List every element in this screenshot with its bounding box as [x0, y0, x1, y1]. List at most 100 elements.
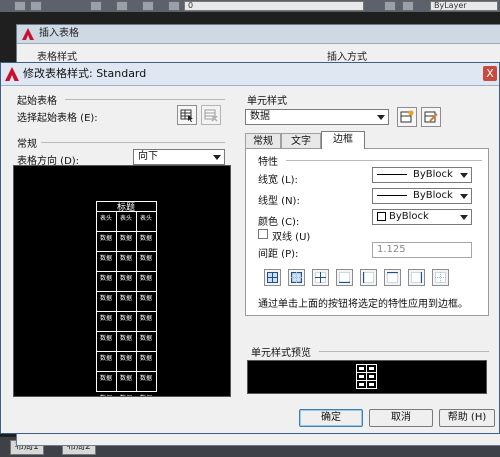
cell-style-preview — [247, 360, 487, 394]
no-border-icon — [435, 272, 446, 283]
preview-header-cell: 表头 — [140, 214, 152, 222]
preview-data-cell: 数据 — [140, 354, 152, 362]
left-border-button[interactable] — [360, 269, 377, 286]
line-sample — [377, 173, 407, 175]
tab-border[interactable]: 边框 — [321, 131, 365, 149]
lineweight-select[interactable]: ByBlock — [372, 167, 472, 183]
chevron-down-icon — [460, 173, 468, 178]
remove-table-icon — [204, 109, 218, 122]
preview-header-cell: 表头 — [100, 214, 112, 222]
preview-data-cell: 数据 — [140, 374, 152, 382]
preview-data-cell: 数据 — [140, 334, 152, 342]
preview-data-cell: 数据 — [140, 254, 152, 262]
double-line-checkbox[interactable] — [258, 229, 268, 239]
color-value: ByBlock — [389, 211, 429, 222]
preview-data-cell: 数据 — [120, 354, 132, 362]
divider — [41, 142, 225, 143]
outside-borders-button[interactable] — [288, 269, 305, 286]
chevron-down-icon — [460, 215, 468, 220]
layer-dropdown[interactable]: 0 — [184, 1, 364, 11]
cell-preview-graphic — [356, 364, 377, 389]
tab-text[interactable]: 文字 — [281, 133, 321, 149]
toolbar-button[interactable] — [402, 1, 414, 11]
preview-data-cell: 数据 — [120, 294, 132, 302]
toolbar-button[interactable] — [30, 1, 42, 11]
select-table-button[interactable] — [177, 105, 197, 125]
manage-cell-styles-button[interactable] — [421, 107, 441, 127]
general-header: 常规 — [17, 139, 37, 150]
border-hint-text: 通过单击上面的按钮将选定的特性应用到边框。 — [258, 299, 468, 310]
preview-cells: 表头 表头 表头 — [100, 214, 152, 222]
new-style-icon — [400, 110, 414, 123]
layer-value: ByLayer — [434, 1, 467, 10]
tab-general[interactable]: 常规 — [245, 133, 281, 149]
table-preview: 标题 表头 表头 表头 数据 数据 数据 数据 数据 数据 数据 数据 数据 数据 数据 数据 数据 数据… — [13, 165, 231, 402]
preview-data-cell: 数据 — [120, 274, 132, 282]
all-borders-button[interactable] — [264, 269, 281, 286]
toolbar-button[interactable] — [116, 1, 128, 11]
divider — [65, 99, 225, 100]
preview-data-cell: 数据 — [120, 394, 132, 396]
divider — [286, 160, 482, 161]
help-button[interactable]: 帮助 (H) — [439, 409, 495, 427]
toolbar-button[interactable] — [14, 1, 26, 11]
remove-table-button[interactable] — [201, 105, 221, 125]
top-border-button[interactable] — [384, 269, 401, 286]
modify-table-style-dialog: 修改表格样式: Standard X 起始表格 选择起始表格 (E): 常规 表… — [0, 62, 500, 434]
preview-data-cell: 数据 — [100, 274, 112, 282]
preview-data-cell: 数据 — [120, 254, 132, 262]
preview-data-cell: 数据 — [100, 294, 112, 302]
divider — [319, 351, 489, 352]
table-direction-value: 向下 — [138, 151, 158, 162]
close-button[interactable]: X — [483, 66, 497, 81]
top-border-icon — [387, 272, 398, 283]
manage-styles-icon — [424, 111, 438, 123]
cancel-button[interactable]: 取消 — [369, 409, 433, 427]
cell-style-value: 数据 — [250, 111, 270, 122]
chevron-down-icon — [377, 115, 385, 120]
color-select[interactable]: ByBlock — [372, 209, 472, 225]
toolbar-button[interactable] — [142, 1, 154, 11]
right-border-button[interactable] — [408, 269, 425, 286]
bottom-border-button[interactable] — [336, 269, 353, 286]
border-tab-panel: 特性 线宽 (L): ByBlock 线型 (N): ByBlock 颜色 (C… — [245, 148, 489, 316]
layer-index: 0 — [188, 1, 194, 10]
preview-data-cell: 数据 — [140, 394, 152, 396]
linetype-select[interactable]: ByBlock — [372, 188, 472, 204]
table-direction-select[interactable]: 向下 — [133, 149, 225, 165]
cell-style-preview-header: 单元样式预览 — [251, 348, 311, 359]
no-border-button[interactable] — [432, 269, 449, 286]
preview-data-cell: 数据 — [100, 234, 112, 242]
cell-style-select[interactable]: 数据 — [245, 109, 389, 125]
linetype-value: ByBlock — [413, 190, 453, 201]
color-swatch — [377, 211, 386, 221]
chevron-down-icon — [460, 194, 468, 199]
lineweight-label: 线宽 (L): — [258, 175, 298, 186]
ok-button[interactable]: 确定 — [299, 409, 363, 427]
preview-data-cell: 数据 — [140, 294, 152, 302]
linetype-label: 线型 (N): — [258, 196, 300, 207]
start-table-header: 起始表格 — [17, 96, 57, 107]
preview-title-text: 标题 — [117, 201, 135, 213]
toolbar-button[interactable] — [90, 1, 102, 11]
table-preview-graphic: 标题 表头 表头 表头 数据 数据 数据数据 数据 数据数据 数据 数据数据 数据 数据数据 数据… — [96, 201, 157, 402]
preview-data-cell: 数据 — [120, 374, 132, 382]
toolbar-button[interactable] — [384, 1, 396, 11]
toolbar-button[interactable] — [168, 1, 180, 11]
double-line-label: 双线 (U) — [272, 232, 311, 243]
bottom-border-icon — [339, 272, 350, 283]
preview-header-cell: 表头 — [120, 214, 132, 222]
preview-data-cell: 数据 — [100, 354, 112, 362]
preview-data-cell: 数据 — [140, 274, 152, 282]
spacing-input[interactable]: 1.125 — [372, 242, 472, 258]
all-borders-icon — [267, 272, 278, 283]
preview-data-cell: 数据 — [100, 394, 112, 396]
linetype-dropdown[interactable]: ByLayer — [430, 1, 498, 11]
new-cell-style-button[interactable] — [397, 107, 417, 127]
line-sample — [377, 194, 407, 196]
inside-borders-button[interactable] — [312, 269, 329, 286]
table-style-label: 表格样式 — [37, 52, 77, 63]
dialog-title: 修改表格样式: Standard — [23, 67, 147, 80]
chevron-down-icon — [213, 155, 221, 160]
preview-data-cell: 数据 — [100, 254, 112, 262]
